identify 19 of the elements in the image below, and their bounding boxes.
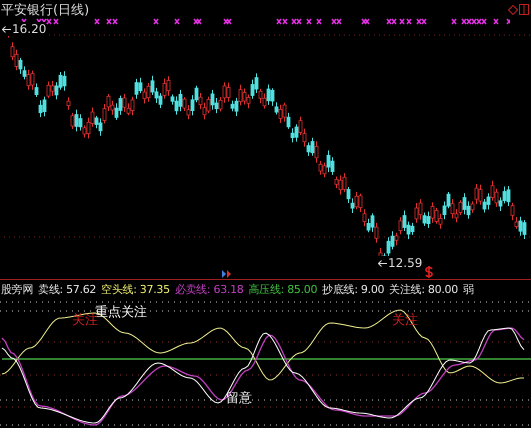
indicator-value: 空头线: 37.35 bbox=[101, 282, 170, 296]
indicator-value: 卖线: 57.62 bbox=[38, 282, 96, 296]
indicator-name: 股旁网 bbox=[1, 282, 34, 296]
diamond-icon[interactable] bbox=[508, 5, 518, 15]
panel-toggle-icon[interactable] bbox=[519, 4, 529, 15]
left-arrow-icon bbox=[378, 260, 387, 266]
strength-label: 弱 bbox=[462, 282, 474, 296]
signal-annotation: 留意 bbox=[226, 392, 252, 405]
indicator-value: 关注线: 80.00 bbox=[389, 282, 458, 296]
chart-title: 平安银行(日线) bbox=[1, 2, 90, 19]
sell-signal-icon bbox=[425, 266, 433, 278]
indicator-value: 抄底线: 9.00 bbox=[322, 282, 384, 296]
signal-annotation: 关注 bbox=[72, 314, 98, 327]
low-price-label: 12.59 bbox=[388, 256, 422, 270]
left-arrow-icon bbox=[2, 26, 11, 32]
indicator-value: 高压线: 85.00 bbox=[248, 282, 318, 296]
high-price-label: 16.20 bbox=[12, 22, 46, 36]
indicator-value: 必卖线: 63.18 bbox=[174, 282, 244, 296]
double-chevron-icon bbox=[222, 270, 234, 278]
